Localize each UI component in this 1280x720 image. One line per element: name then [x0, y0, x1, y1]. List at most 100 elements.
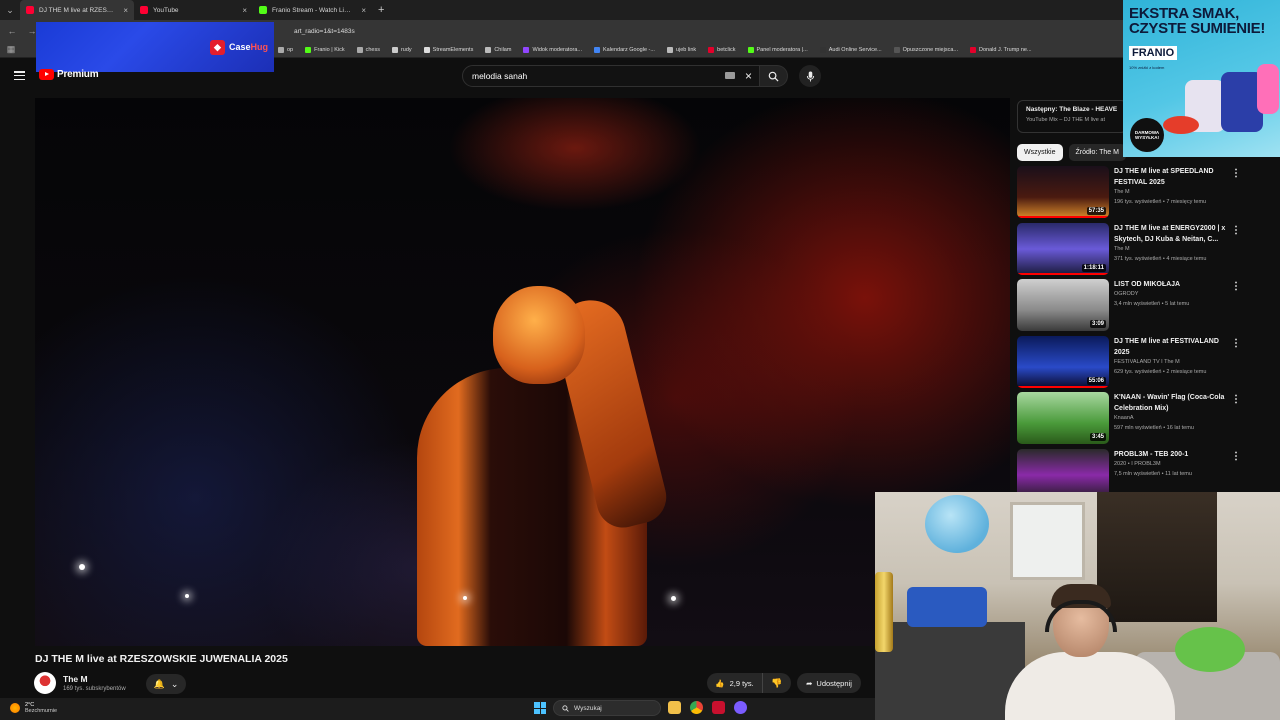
browser-tab[interactable]: YouTube × — [134, 0, 253, 20]
recommended-video[interactable]: 1:18:11 DJ THE M live at ENERGY2000 | x S… — [1017, 222, 1267, 277]
clear-search-icon[interactable]: × — [745, 69, 752, 83]
bookmark-favicon-icon — [523, 46, 530, 53]
recommended-video-channel[interactable]: KnaanA — [1114, 415, 1134, 421]
more-options-icon[interactable]: ⋮ — [1231, 225, 1241, 236]
recommended-video-channel[interactable]: The M — [1114, 189, 1130, 195]
apps-grid-icon[interactable]: ▦ — [5, 44, 17, 55]
keyboard-icon[interactable] — [725, 72, 735, 79]
more-options-icon[interactable]: ⋮ — [1231, 394, 1241, 405]
video-thumbnail[interactable]: 57:35 — [1017, 166, 1109, 218]
recommended-video-channel[interactable]: OGRODY — [1114, 291, 1138, 297]
bookmark-item[interactable]: Audi Online Service... — [814, 46, 888, 53]
bookmark-item[interactable]: op — [272, 46, 299, 53]
video-thumbnail[interactable]: 3:45 — [1017, 392, 1109, 444]
video-duration: 55:06 — [1086, 376, 1106, 385]
channel-name[interactable]: The M — [63, 674, 88, 684]
browser-tab[interactable]: Franio Stream - Watch Live on × — [253, 0, 372, 20]
browser-tab[interactable]: DJ THE M live at RZESZOWSKIE× — [20, 0, 134, 20]
url-field[interactable]: art_radio=1&t=1483s — [294, 28, 355, 35]
recommended-video-channel[interactable]: The M — [1114, 246, 1130, 252]
back-arrow-icon[interactable]: ← — [6, 26, 18, 36]
recommended-video-meta: 7,5 mln wyświetleń • 11 lat temu — [1114, 470, 1192, 477]
franio-ad-banner[interactable]: EKSTRA SMAK, CZYSTE SUMIENIE! FRANIO 10% … — [1123, 0, 1280, 157]
file-explorer-icon[interactable] — [668, 701, 681, 714]
more-options-icon[interactable]: ⋮ — [1231, 281, 1241, 292]
recommended-video[interactable]: 55:06 DJ THE M live at FESTIVALAND 2025 FE… — [1017, 335, 1267, 390]
close-tab-icon[interactable]: × — [242, 6, 247, 15]
video-thumbnail[interactable]: 55:06 — [1017, 335, 1109, 388]
watch-progress-bar — [1017, 216, 1109, 218]
recommended-video-channel[interactable]: 2020 • I PROBL3M — [1114, 461, 1161, 467]
ad-headline-2: CZYSTE SUMIENIE! — [1129, 20, 1266, 37]
room-doorway — [1097, 492, 1217, 622]
ad-product-bottle — [1257, 64, 1279, 114]
voice-search-button[interactable] — [799, 65, 821, 87]
recommended-video-title[interactable]: PROBL3M - TEB 200-1 — [1114, 449, 1226, 460]
recommended-video-meta: 629 tys. wyświetleń • 2 miesiące temu — [1114, 368, 1207, 375]
stage-light — [671, 596, 676, 601]
recommended-video[interactable]: 3:09 LIST OD MIKOŁAJA OGRODY 3,4 mln wyświe… — [1017, 279, 1267, 333]
search-button[interactable] — [760, 65, 788, 87]
thumbs-up-icon: 👍 — [715, 678, 725, 688]
bookmark-item[interactable]: Panel moderatora |... — [742, 46, 814, 53]
bookmark-item[interactable]: Franio | Kick — [299, 46, 350, 53]
menu-hamburger-icon[interactable] — [14, 71, 25, 81]
video-player[interactable] — [35, 98, 1010, 646]
taskbar-search-field[interactable]: Wyszukaj — [553, 700, 661, 716]
bookmark-item[interactable]: betclick — [702, 46, 741, 53]
video-title: DJ THE M live at RZESZOWSKIE JUWENALIA 2… — [35, 653, 288, 665]
ad-fruit — [1163, 116, 1199, 134]
youtube-logo[interactable]: Premium — [39, 69, 99, 80]
recommended-video-title[interactable]: K'NAAN - Wavin' Flag (Coca-Cola Celebrat… — [1114, 392, 1226, 414]
recommended-video[interactable]: 57:35 DJ THE M live at SPEEDLAND FESTIVAL… — [1017, 166, 1267, 220]
filter-chip[interactable]: Źródło: The M — [1068, 144, 1126, 161]
more-options-icon[interactable]: ⋮ — [1231, 451, 1241, 462]
up-next-box[interactable]: Następny: The Blaze - HEAVE YouTube Mix … — [1017, 100, 1127, 133]
webcam-overlay — [875, 492, 1280, 720]
close-tab-icon[interactable]: × — [123, 6, 128, 15]
thumbs-down-icon: 👎 — [771, 677, 783, 688]
recommended-video-title[interactable]: DJ THE M live at FESTIVALAND 2025 — [1114, 336, 1226, 358]
stage-light — [79, 564, 85, 570]
notifications-button[interactable]: 🔔 ⌄ — [146, 674, 186, 694]
more-options-icon[interactable]: ⋮ — [1231, 168, 1241, 179]
video-duration: 57:35 — [1086, 207, 1106, 215]
more-options-icon[interactable]: ⋮ — [1231, 338, 1241, 349]
recommended-video[interactable]: 3:45 K'NAAN - Wavin' Flag (Coca-Cola Cele… — [1017, 392, 1267, 446]
stage-light — [185, 594, 189, 598]
stage-light — [463, 596, 467, 600]
bookmark-favicon-icon — [893, 46, 900, 53]
windows-start-icon[interactable] — [534, 702, 546, 714]
bookmark-item[interactable]: chess — [351, 46, 386, 53]
ad-headline-1: EKSTRA SMAK, — [1129, 5, 1240, 22]
share-button[interactable]: ➦ Udostępnij — [797, 673, 861, 693]
new-tab-button[interactable]: + — [372, 4, 390, 16]
bookmark-item[interactable]: StreamElements — [418, 46, 480, 53]
recommended-video-title[interactable]: LIST OD MIKOŁAJA — [1114, 279, 1226, 290]
bookmark-item[interactable]: Donald J. Trump ne... — [964, 46, 1038, 53]
bookmark-item[interactable]: ujeb link — [661, 46, 702, 53]
messenger-icon[interactable] — [734, 701, 747, 714]
app-icon[interactable] — [712, 701, 725, 714]
video-thumbnail[interactable]: 1:18:11 — [1017, 222, 1109, 275]
recommended-video-title[interactable]: DJ THE M live at SPEEDLAND FESTIVAL 2025 — [1114, 166, 1226, 188]
like-button[interactable]: 👍 2,9 tys. — [707, 673, 763, 693]
ad-badge: DARMOWA WYSYŁKA! — [1130, 118, 1164, 152]
bookmark-item[interactable]: rudy — [386, 46, 418, 53]
bookmark-item[interactable]: Widok moderatora... — [517, 46, 588, 53]
channel-avatar[interactable] — [34, 672, 56, 694]
chrome-icon[interactable] — [690, 701, 703, 714]
filter-chip[interactable]: Wszystkie — [1017, 144, 1063, 161]
tab-list-chevron-icon[interactable]: ⌄ — [0, 0, 20, 20]
bookmark-favicon-icon — [305, 46, 312, 53]
recommended-video-channel[interactable]: FESTIVALAND TV I The M — [1114, 359, 1180, 365]
video-thumbnail[interactable]: 3:09 — [1017, 279, 1109, 331]
bookmark-item[interactable]: Kalendarz Google -... — [588, 46, 661, 53]
weather-widget[interactable]: 2°C Bezchmurnie — [10, 702, 57, 714]
search-input[interactable]: melodia sanah × — [462, 65, 760, 87]
close-tab-icon[interactable]: × — [361, 6, 366, 15]
bookmark-item[interactable]: Opuszczone miejsca... — [888, 46, 964, 53]
recommended-video-title[interactable]: DJ THE M live at ENERGY2000 | x Skytech,… — [1114, 223, 1226, 245]
dislike-button[interactable]: 👎 — [763, 673, 791, 693]
bookmark-item[interactable]: Chilam — [479, 46, 517, 53]
